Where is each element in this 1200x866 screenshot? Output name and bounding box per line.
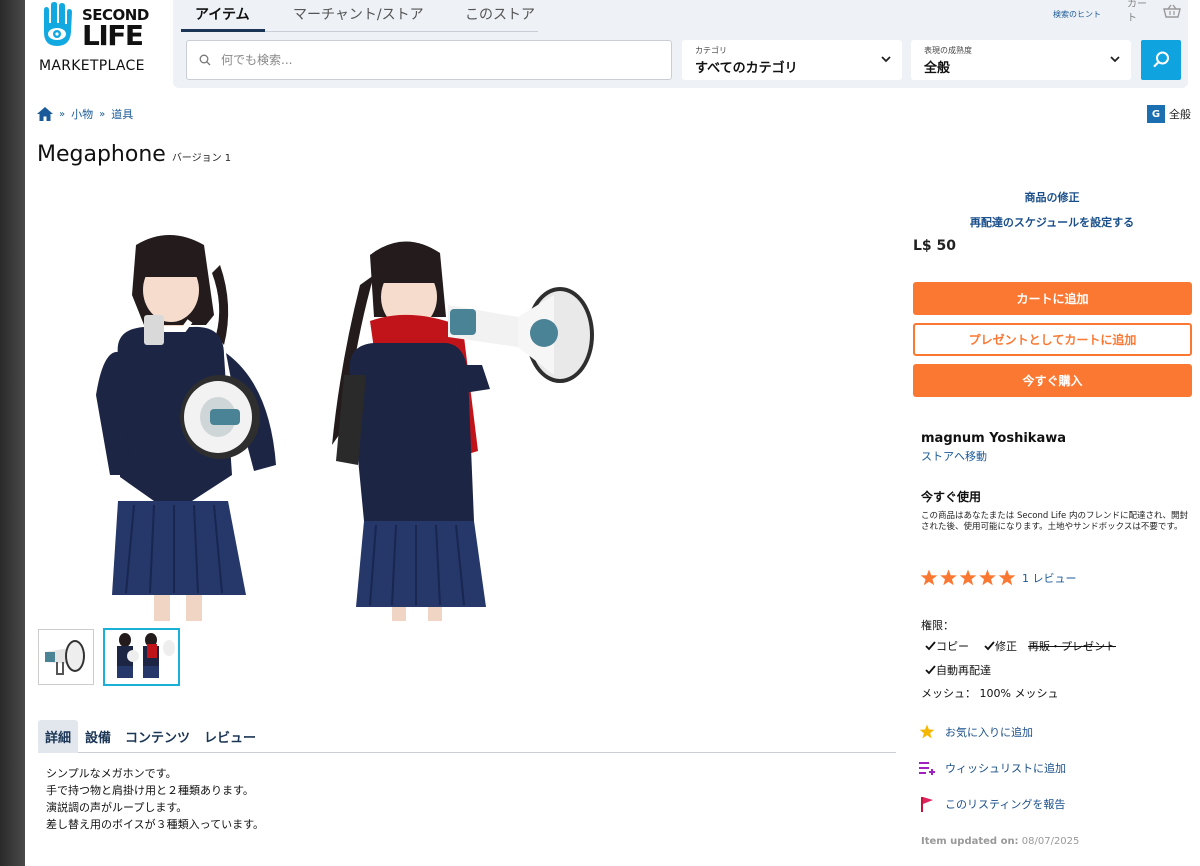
flag-icon	[921, 797, 933, 812]
updated-date: 08/07/2025	[1021, 836, 1080, 847]
logo-marketplace: MARKETPLACE	[39, 58, 145, 74]
avatars-thumbnail-image	[117, 633, 175, 678]
home-icon[interactable]	[37, 107, 53, 121]
tab-details[interactable]: 詳細	[38, 720, 79, 753]
permissions-title: 権限：	[921, 619, 954, 632]
five-stars-icon	[920, 569, 1016, 586]
second-life-logo[interactable]: SECOND LIFE MARKETPLACE	[36, 2, 156, 80]
add-to-wishlist-label: ウィッシュリストに追加	[945, 762, 1066, 775]
product-version: バージョン 1	[171, 153, 232, 164]
thumbnail-avatars[interactable]	[103, 628, 180, 686]
checkmark-icon	[925, 641, 936, 651]
review-count-link[interactable]: 1 レビュー	[1022, 570, 1077, 586]
search-button[interactable]	[1141, 40, 1181, 80]
hand-logo-icon	[44, 2, 72, 46]
product-price: L$ 50	[913, 238, 957, 254]
report-listing-label: このリスティングを報告	[945, 798, 1066, 811]
permission-copy: コピー	[925, 638, 969, 654]
description-line: 差し替え用のボイスが３種類入っています。	[46, 818, 265, 831]
breadcrumb: » 小物 » 道具	[37, 106, 133, 122]
edit-listing-link[interactable]: 商品の修正	[913, 189, 1191, 205]
left-window-edge	[0, 0, 25, 866]
search-input[interactable]	[221, 53, 661, 67]
permission-copy-label: コピー	[936, 640, 969, 653]
chevron-down-icon	[1110, 56, 1120, 63]
maturity-caption: 表現の成熟度	[924, 46, 972, 55]
report-listing-link[interactable]: このリスティングを報告	[918, 795, 1065, 813]
add-as-gift-button[interactable]: プレゼントとしてカートに追加	[913, 323, 1192, 356]
product-main-image[interactable]	[74, 225, 614, 625]
breadcrumb-separator: »	[99, 108, 106, 120]
general-rating-icon: G	[1147, 105, 1165, 123]
avatar-figure-left	[96, 235, 276, 621]
seller-name[interactable]: magnum Yoshikawa	[921, 431, 1066, 446]
maturity-value: 全般	[924, 61, 951, 76]
search-field[interactable]	[186, 40, 672, 80]
search-icon	[199, 54, 211, 66]
product-detail-tabs: 詳細 設備 コンテンツ レビュー	[38, 720, 896, 753]
schedule-redelivery-link[interactable]: 再配達のスケジュールを設定する	[913, 214, 1191, 230]
wishlist-add-icon	[919, 762, 935, 775]
product-title: Megaphone バージョン 1	[37, 142, 231, 167]
category-value: すべてのカテゴリ	[695, 61, 798, 76]
product-name: Megaphone	[37, 142, 166, 167]
maturity-select[interactable]: 表現の成熟度 全般	[911, 40, 1131, 80]
cart-label[interactable]: カート	[1127, 0, 1153, 26]
search-icon	[1153, 51, 1169, 68]
tab-items[interactable]: アイテム	[195, 4, 250, 24]
permission-transfer-label: 再販・プレゼント	[1028, 640, 1116, 653]
category-select[interactable]: カテゴリ すべてのカテゴリ	[682, 40, 902, 80]
use-now-title: 今すぐ使用	[921, 490, 982, 504]
permission-modify-label: 修正	[995, 640, 1017, 653]
visit-store-link[interactable]: ストアへ移動	[921, 448, 987, 464]
chevron-down-icon	[881, 56, 891, 63]
star-icon	[919, 724, 935, 739]
breadcrumb-link-accessories[interactable]: 小物	[71, 106, 93, 122]
breadcrumb-link-tools[interactable]: 道具	[111, 106, 133, 122]
use-now-description: この商品はあなたまたは Second Life 内のフレンドに配達され、開封され…	[921, 511, 1189, 532]
item-updated-date: Item updated on: 08/07/2025	[921, 836, 1079, 847]
logo-word-life: LIFE	[82, 19, 144, 52]
breadcrumb-separator: »	[59, 108, 66, 120]
tab-this-store[interactable]: このストア	[465, 4, 535, 24]
active-tab-indicator	[181, 29, 265, 32]
tab-features[interactable]: 設備	[78, 720, 118, 753]
add-to-wishlist-link[interactable]: ウィッシュリストに追加	[918, 759, 1066, 777]
maturity-rating-badge: G 全般	[1147, 105, 1191, 123]
buy-now-button[interactable]: 今すぐ購入	[913, 364, 1192, 397]
mesh-info: メッシュ： 100% メッシュ	[921, 687, 1059, 700]
updated-label: Item updated on:	[921, 836, 1019, 847]
maturity-rating-label: 全般	[1169, 108, 1191, 121]
product-description: シンプルなメガホンです。 手で持つ物と肩掛け用と２種類あります。 演説調の声がル…	[46, 765, 264, 833]
add-to-favorites-label: お気に入りに追加	[945, 726, 1033, 739]
basket-icon[interactable]	[1163, 4, 1181, 18]
search-hints-link[interactable]: 検索のヒント	[1053, 9, 1101, 20]
permission-modify: 修正	[984, 638, 1017, 654]
megaphone-thumbnail-image	[45, 640, 85, 675]
tab-contents[interactable]: コンテンツ	[118, 720, 197, 753]
description-line: 手で持つ物と肩掛け用と２種類あります。	[46, 784, 254, 797]
tab-reviews[interactable]: レビュー	[197, 720, 263, 753]
add-to-favorites-link[interactable]: お気に入りに追加	[918, 723, 1033, 741]
avatar-figure-right	[332, 241, 594, 621]
checkmark-icon	[925, 665, 936, 675]
category-caption: カテゴリ	[695, 46, 727, 55]
description-line: 演説調の声がループします。	[46, 801, 188, 814]
star-rating[interactable]: 1 レビュー	[920, 569, 1077, 587]
top-navigation-bar: アイテム マーチャント/ストア このストア カテゴリ すべてのカテゴリ 表現の成…	[173, 0, 1188, 88]
permission-transfer: 再販・プレゼント	[1028, 638, 1116, 654]
checkmark-icon	[984, 641, 995, 651]
permission-redeliver: 自動再配達	[925, 662, 991, 678]
add-to-cart-button[interactable]: カートに追加	[913, 282, 1192, 315]
description-line: シンプルなメガホンです。	[46, 767, 177, 780]
permission-redeliver-label: 自動再配達	[936, 664, 991, 677]
thumbnail-megaphone[interactable]	[38, 629, 94, 685]
tab-merchants[interactable]: マーチャント/ストア	[293, 4, 424, 24]
